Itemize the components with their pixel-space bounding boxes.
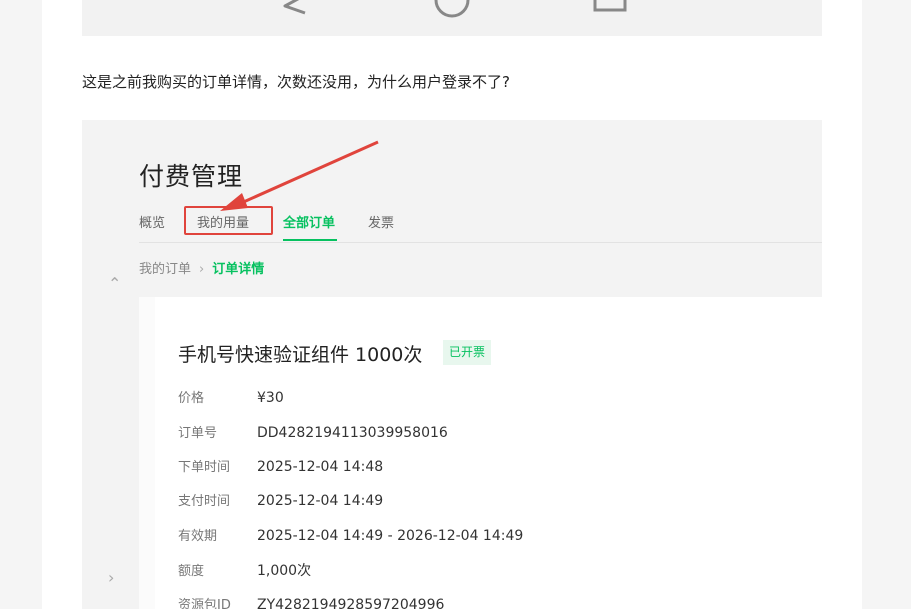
recents-square-icon <box>593 0 627 12</box>
top-screenshot-image <box>82 0 822 36</box>
forum-post: 这是之前我购买的订单详情，次数还没用，为什么用户登录不了? 付费管理 概览 我的… <box>42 0 862 609</box>
console-screenshot: 付费管理 概览 我的用量 全部订单 发票 我的订单 › 订单详情 ⌃ › 手机号快速… <box>82 120 822 609</box>
post-question-text: 这是之前我购买的订单详情，次数还没用，为什么用户登录不了? <box>82 73 510 91</box>
back-triangle-icon <box>283 0 306 15</box>
home-circle-icon <box>434 0 470 18</box>
annotation-arrow-icon <box>220 140 379 211</box>
